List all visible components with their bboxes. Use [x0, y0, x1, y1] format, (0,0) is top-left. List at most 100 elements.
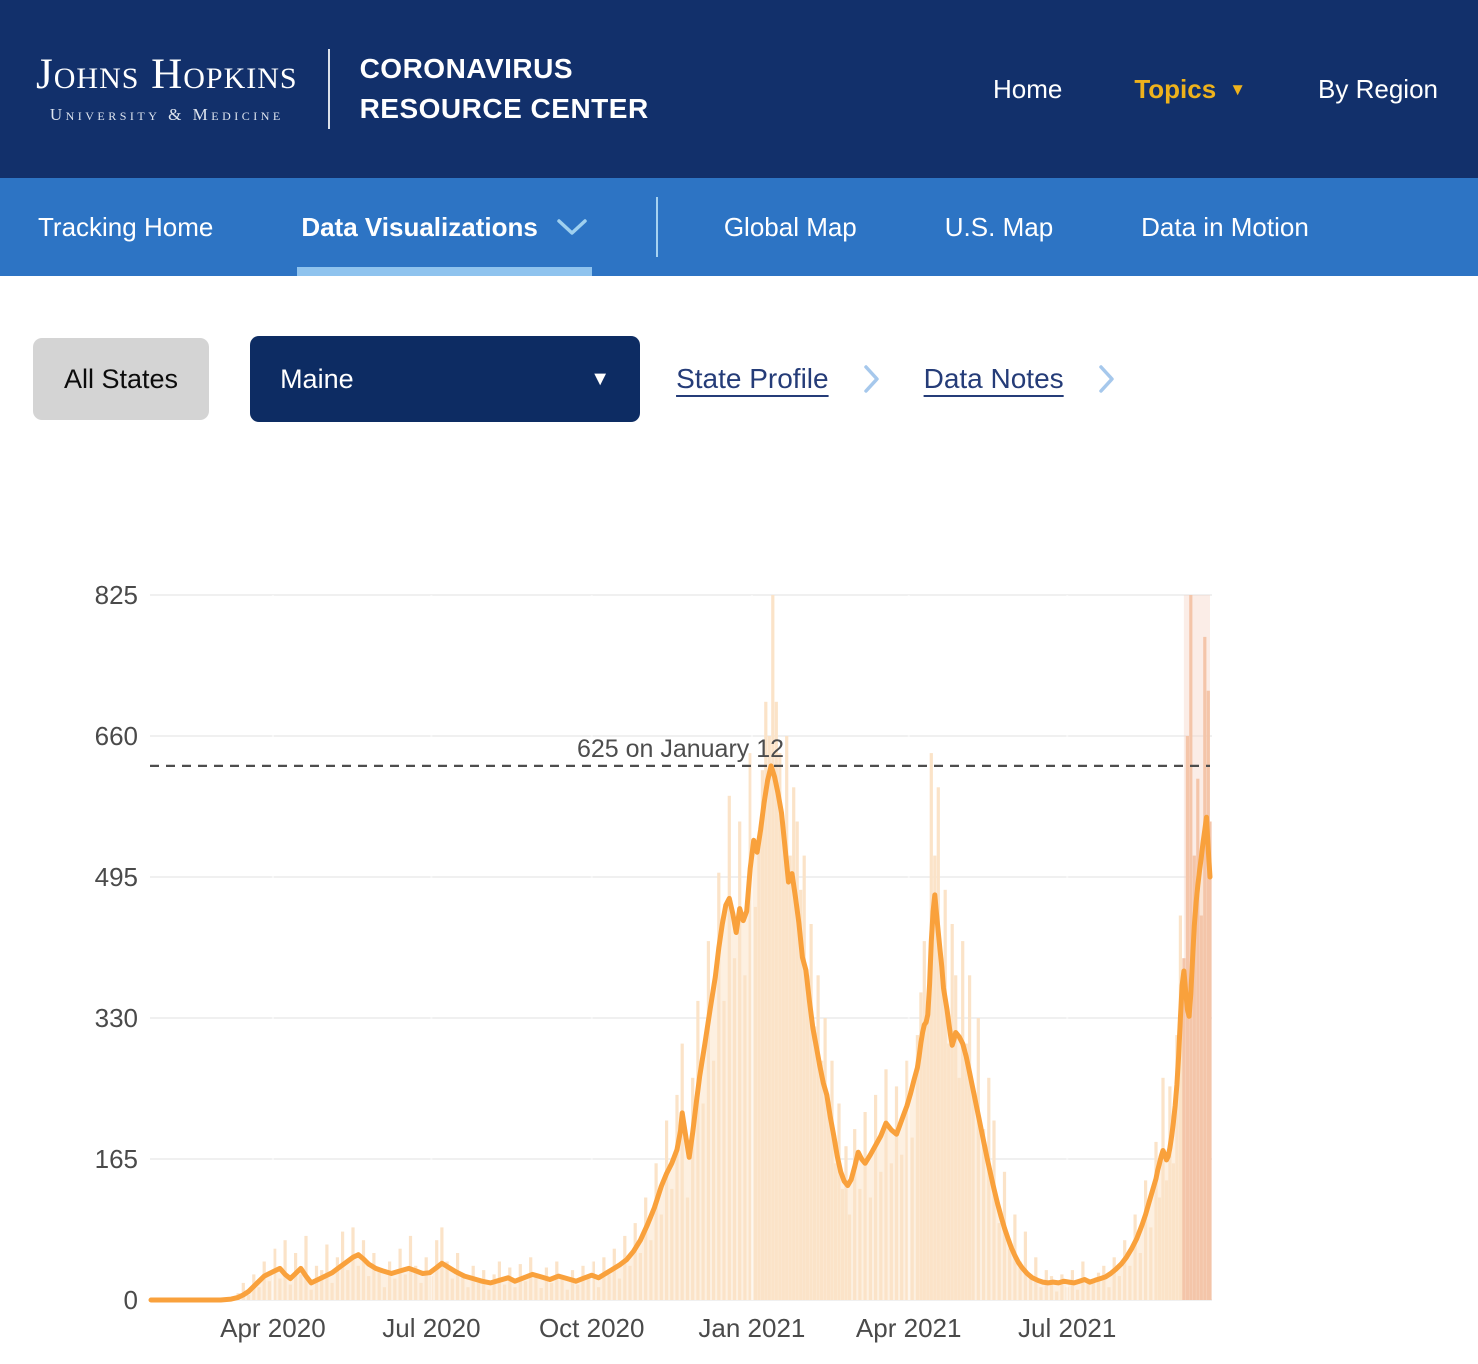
nav-home[interactable]: Home — [993, 74, 1062, 105]
daily-bar — [951, 924, 954, 1300]
daily-bar — [954, 975, 957, 1300]
state-filter-bar: All States Maine ▼ State Profile Data No… — [0, 276, 1478, 545]
subnav-us-map[interactable]: U.S. Map — [945, 178, 1053, 276]
daily-bar — [1168, 1086, 1171, 1300]
daily-bar — [743, 975, 746, 1300]
daily-bar — [696, 1001, 699, 1300]
x-tick-label: Apr 2020 — [220, 1313, 326, 1343]
daily-bar — [813, 1027, 816, 1301]
daily-bar — [263, 1262, 266, 1301]
daily-bar — [944, 890, 947, 1300]
daily-bar — [378, 1270, 381, 1300]
daily-bar — [869, 1198, 872, 1301]
daily-bar — [834, 1163, 837, 1300]
data-notes-link[interactable]: Data Notes — [924, 336, 1064, 422]
daily-bar — [817, 975, 820, 1300]
daily-bar — [477, 1283, 480, 1300]
subnav-data-visualizations[interactable]: Data Visualizations — [299, 178, 590, 276]
avg-area-fill — [151, 766, 1210, 1300]
daily-bar — [571, 1270, 574, 1300]
state-profile-link[interactable]: State Profile — [676, 336, 829, 422]
johns-hopkins-logo[interactable]: Johns Hopkins University & Medicine — [36, 53, 298, 125]
daily-bar — [555, 1262, 558, 1301]
daily-bar — [644, 1198, 647, 1301]
y-tick-label: 0 — [124, 1285, 138, 1315]
daily-bar — [466, 1287, 469, 1300]
page: Johns Hopkins University & Medicine CORO… — [0, 0, 1478, 1364]
logo-line2: University & Medicine — [36, 105, 298, 125]
daily-bar — [884, 1069, 887, 1300]
daily-bar — [456, 1253, 459, 1300]
daily-bar — [686, 1198, 689, 1301]
daily-bar — [958, 1078, 961, 1300]
nav-topics-label: Topics — [1134, 74, 1216, 105]
daily-bar — [789, 856, 792, 1300]
chevron-right-icon — [1097, 336, 1117, 422]
daily-bar — [602, 1257, 605, 1300]
all-states-label: All States — [64, 364, 178, 395]
daily-bar — [362, 1240, 365, 1300]
chevron-down-icon — [556, 217, 588, 237]
tracking-subnav: Tracking Home Data Visualizations Global… — [0, 178, 1478, 276]
triangle-down-icon: ▼ — [1229, 81, 1246, 98]
daily-bar — [1161, 1078, 1164, 1300]
nav-by-region[interactable]: By Region — [1318, 74, 1438, 105]
all-states-button[interactable]: All States — [33, 338, 209, 420]
daily-bar — [336, 1257, 339, 1300]
daily-bar — [968, 975, 971, 1300]
subnav-global-map[interactable]: Global Map — [724, 178, 857, 276]
daily-bar — [451, 1279, 454, 1300]
daily-bar — [1008, 1249, 1011, 1300]
x-tick-label: Apr 2021 — [856, 1313, 962, 1343]
y-tick-label: 330 — [95, 1003, 138, 1033]
subnav-data-in-motion[interactable]: Data in Motion — [1141, 178, 1309, 276]
x-tick-label: Jan 2021 — [698, 1313, 805, 1343]
daily-bar — [923, 941, 926, 1300]
daily-bar — [858, 1189, 861, 1300]
subnav-tracking-home[interactable]: Tracking Home — [38, 178, 213, 276]
nav-topics[interactable]: Topics ▼ — [1134, 74, 1246, 105]
daily-bar — [524, 1281, 527, 1300]
daily-bar — [351, 1227, 354, 1300]
state-select[interactable]: Maine ▼ — [250, 336, 640, 422]
daily-bar — [268, 1281, 271, 1300]
daily-bar — [357, 1266, 360, 1300]
daily-bar — [503, 1285, 506, 1300]
daily-bar — [1203, 637, 1206, 1300]
daily-bar — [961, 941, 964, 1300]
data-notes-label: Data Notes — [924, 363, 1064, 395]
daily-bar — [529, 1257, 532, 1300]
subnav-data-in-motion-label: Data in Motion — [1141, 212, 1309, 243]
daily-bar — [660, 1215, 663, 1301]
daily-bar — [1139, 1253, 1142, 1300]
peak-annotation-label: 625 on January 12 — [577, 735, 784, 763]
daily-bar — [425, 1257, 428, 1300]
subnav-us-map-label: U.S. Map — [945, 212, 1053, 243]
daily-bar — [1113, 1257, 1116, 1300]
daily-bar — [972, 1095, 975, 1300]
daily-bar — [1128, 1266, 1131, 1300]
daily-bar — [803, 856, 806, 1300]
subnav-data-visualizations-label: Data Visualizations — [301, 212, 538, 243]
daily-bar — [778, 753, 781, 1300]
daily-bar — [864, 1112, 867, 1300]
daily-bar — [304, 1236, 307, 1300]
daily-bar — [830, 1061, 833, 1300]
daily-bar — [1039, 1287, 1042, 1300]
subnav-tracking-home-label: Tracking Home — [38, 212, 213, 243]
x-tick-label: Jul 2020 — [382, 1313, 480, 1343]
daily-bar — [472, 1266, 475, 1300]
daily-bar — [628, 1266, 631, 1300]
daily-bar — [890, 1163, 893, 1300]
subnav-global-map-label: Global Map — [724, 212, 857, 243]
daily-bar — [634, 1223, 637, 1300]
daily-bar — [707, 941, 710, 1300]
site-title[interactable]: CORONAVIRUS RESOURCE CENTER — [360, 49, 649, 129]
daily-bar — [820, 1061, 823, 1300]
x-tick-label: Jul 2021 — [1018, 1313, 1116, 1343]
daily-bar — [1158, 1198, 1161, 1301]
daily-bar — [419, 1283, 422, 1300]
daily-bar — [545, 1268, 548, 1301]
daily-bar — [702, 1104, 705, 1301]
daily-bar — [1165, 1180, 1168, 1300]
